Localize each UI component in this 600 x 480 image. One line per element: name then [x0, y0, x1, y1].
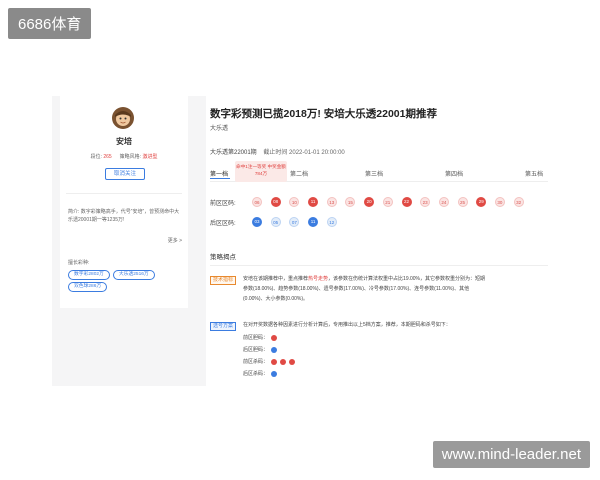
front-ball: 22	[401, 197, 412, 207]
deadline: 截止时间 2022-01-01 20:00:00	[263, 150, 345, 156]
profile-intro: 简介: 数字彩策略高手，代号“安培”，曾预测命中大乐透20001期一等1235万…	[68, 209, 180, 223]
ball-marker	[280, 358, 287, 365]
page-stage: 安培 段位: 265 策略风格: 激进型 取消关注 简介: 数字彩策略高手，代号…	[52, 96, 550, 386]
watermark-bottom: www.mind-leader.net	[432, 441, 590, 468]
analysis-tag: 技术指标	[210, 276, 237, 285]
profile-name: 安培	[116, 137, 132, 146]
unfollow-button[interactable]: 取消关注	[105, 168, 145, 180]
more-link[interactable]: 更多 >	[168, 237, 182, 244]
profile-card: 安培 段位: 265 策略风格: 激进型 取消关注 简介: 数字彩策略高手，代号…	[60, 96, 188, 308]
tab-underline	[210, 177, 230, 179]
analysis-text: 安培在该期推荐中，重点推荐热号走势，该参数在伤统计算法权重中占比19.00%，其…	[243, 276, 485, 302]
issue-meta: 大乐透第22001期 截止时间 2022-01-01 20:00:00	[210, 147, 345, 156]
ball-marker	[271, 370, 278, 377]
front-ball: 06	[252, 197, 262, 207]
front-ball: 24	[438, 197, 449, 207]
prize-tag[interactable]: 数字彩2802万	[68, 270, 110, 280]
prize-title: 擅长彩种:	[68, 260, 90, 266]
tab-tier-3[interactable]: 第三档	[365, 169, 383, 178]
win-tooltip: 命中1注一等奖 中奖金额784万	[235, 161, 287, 182]
front-ball: 20	[364, 197, 375, 207]
back-ball: 07	[289, 217, 300, 227]
tab-tier-5[interactable]: 第五档	[525, 169, 543, 178]
back-zone-row: 后区区码: 03 05 07 11 12	[210, 217, 345, 227]
front-ball: 29	[476, 197, 487, 207]
front-zone-label: 前区区码:	[210, 200, 236, 207]
tab-tier-2[interactable]: 第二档	[290, 169, 308, 178]
ball-marker	[271, 334, 278, 341]
prize-tag[interactable]: 大乐透2516万	[112, 270, 155, 280]
front-ball: 13	[326, 197, 337, 207]
back-banker-line: 后区胆码：	[243, 346, 278, 353]
front-banker-line: 前区胆码：	[243, 334, 278, 341]
section-title: 策略揭点	[210, 254, 236, 261]
ball-marker	[271, 346, 278, 353]
highlight-keyword: 热号走势	[308, 276, 329, 282]
front-ball: 10	[289, 197, 300, 207]
front-ball: 32	[513, 197, 524, 207]
back-zone-label: 后区区码:	[210, 220, 236, 227]
prize-list: 数字彩2802万 大乐透2516万 双色球286万	[68, 270, 184, 292]
article-author: 大乐透	[210, 126, 229, 132]
avatar	[112, 107, 134, 129]
back-kill-line: 后区杀码：	[243, 370, 278, 377]
back-ball: 11	[308, 217, 319, 227]
strategy-intro: 在对开奖数据各种因素进行分析计算后，专用推出以上5档方案，推荐，本期胆码和杀号如…	[243, 322, 451, 328]
front-kill-line: 前区杀码：	[243, 358, 296, 365]
front-ball: 25	[457, 197, 468, 207]
front-ball: 08	[270, 197, 281, 207]
front-ball: 21	[382, 197, 393, 207]
ball-marker	[289, 358, 296, 365]
front-zone-row: 前区区码: 06 08 10 11 13 15 20 21 22 23 24 2…	[210, 197, 532, 207]
article-panel: 数字彩预测已揽2018万! 安培大乐透22001期推荐 大乐透 大乐透第2200…	[206, 96, 550, 386]
issue-number: 大乐透第22001期	[210, 150, 257, 156]
front-ball: 23	[420, 197, 431, 207]
back-ball: 03	[252, 217, 262, 227]
divider	[66, 193, 182, 194]
profile-stats: 段位: 265 策略风格: 激进型	[60, 153, 188, 160]
front-ball: 15	[345, 197, 356, 207]
watermark-top: 6686体育	[8, 8, 92, 39]
level-stat: 段位: 265	[90, 154, 112, 160]
strategy-tag: 选号方案	[210, 322, 237, 331]
tab-tier-1[interactable]: 第一档	[210, 169, 230, 179]
ball-marker	[271, 358, 278, 365]
tab-tier-4[interactable]: 第四档	[445, 169, 463, 178]
front-ball: 11	[308, 197, 319, 207]
prize-tag[interactable]: 双色球286万	[68, 282, 108, 292]
back-ball: 05	[270, 217, 281, 227]
style-stat: 策略风格: 激进型	[119, 154, 158, 160]
front-ball: 30	[494, 197, 505, 207]
back-ball: 12	[326, 217, 337, 227]
section-divider	[210, 265, 548, 266]
article-title: 数字彩预测已揽2018万! 安培大乐透22001期推荐	[210, 108, 437, 120]
